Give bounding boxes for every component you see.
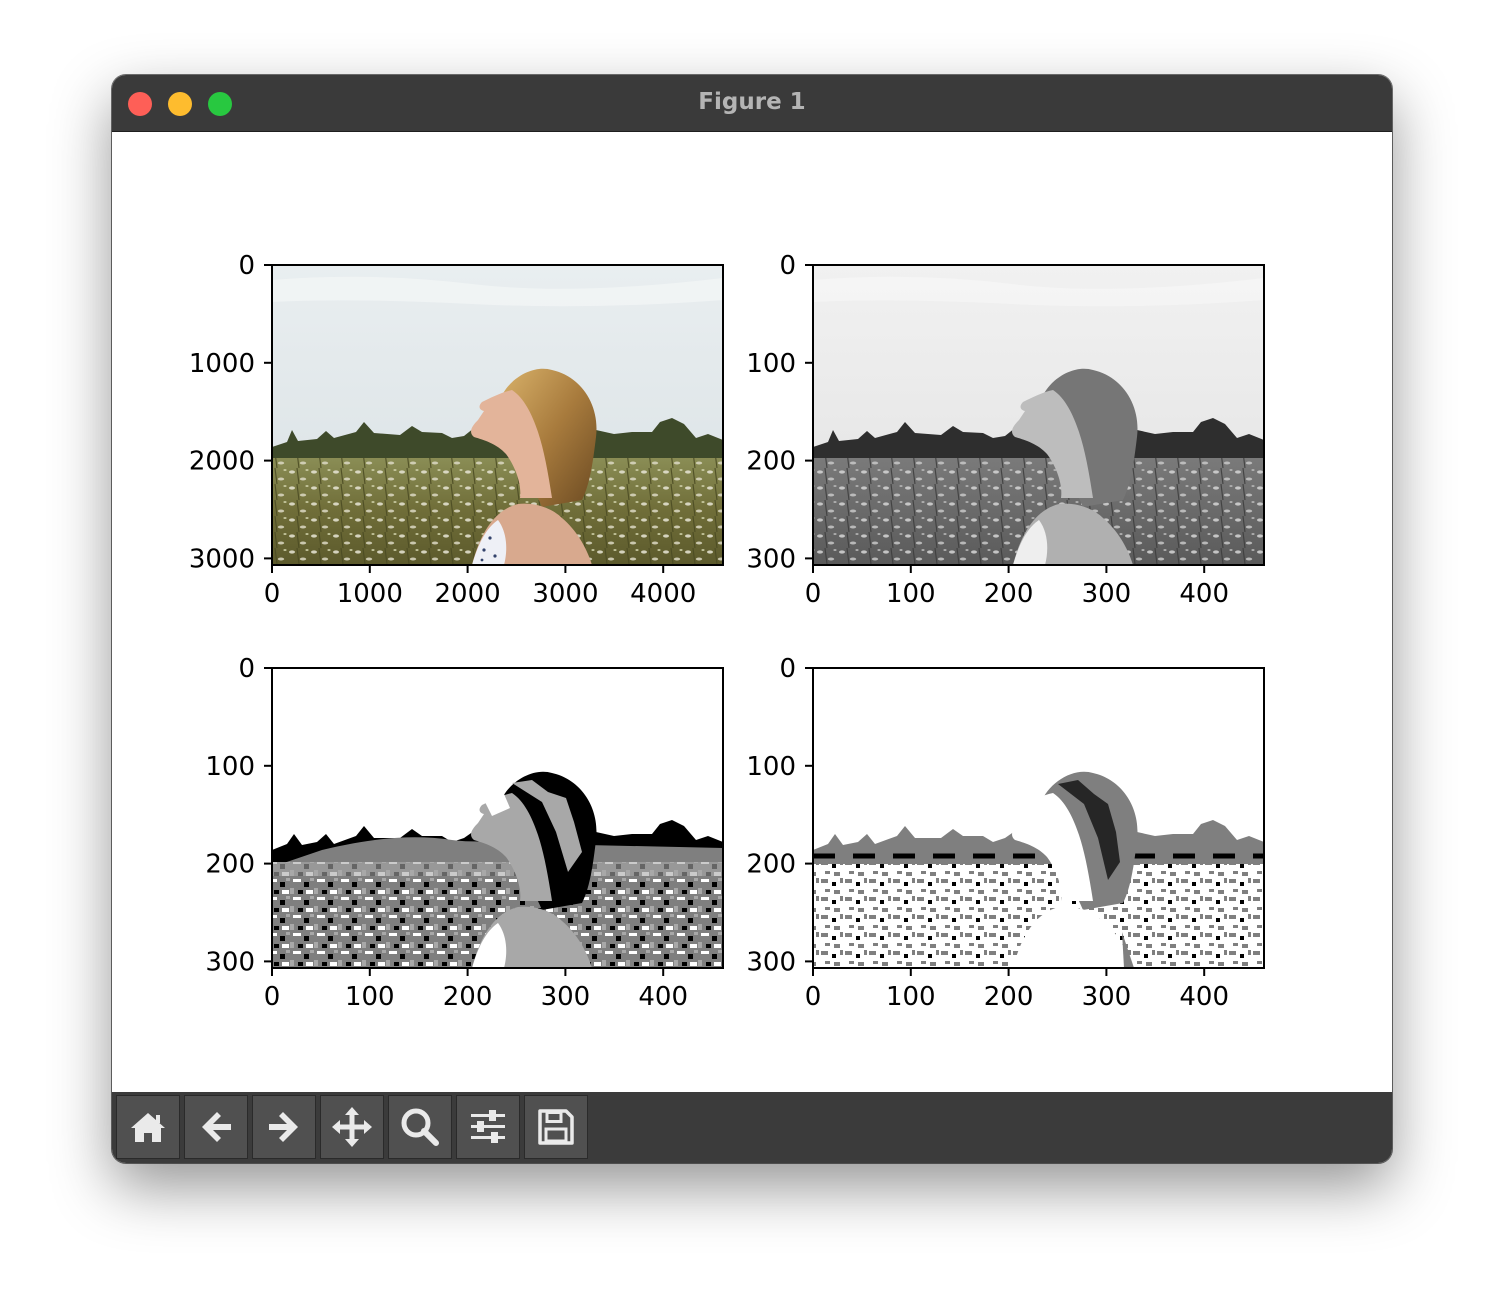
x-tick-label: 0 xyxy=(264,982,281,1012)
x-tick-label: 1000 xyxy=(337,579,403,609)
pan-button[interactable] xyxy=(320,1095,384,1159)
y-tick-label: 2000 xyxy=(189,447,255,477)
y-tick-label: 100 xyxy=(205,752,255,782)
x-tick-label: 100 xyxy=(886,982,936,1012)
y-tick-label: 300 xyxy=(746,544,796,574)
y-tick-label: 100 xyxy=(746,752,796,782)
figure-svg: 0 1000 2000 3000 400001000200030000 100 200 300… xyxy=(189,251,1265,1012)
arrow-right-icon xyxy=(269,1112,298,1142)
x-tick-label: 200 xyxy=(984,982,1034,1012)
x-tick-label: 4000 xyxy=(630,579,696,609)
y-tick-label: 200 xyxy=(746,850,796,880)
window-title: Figure 1 xyxy=(698,89,806,115)
x-tick-label: 200 xyxy=(443,982,493,1012)
x-tick-label: 0 xyxy=(805,579,822,609)
y-tick-label: 100 xyxy=(746,349,796,379)
x-tick-label: 0 xyxy=(264,579,281,609)
x-tick-label: 2000 xyxy=(435,579,501,609)
x-tick-label: 300 xyxy=(1082,579,1132,609)
figure-canvas[interactable]: 0 1000 2000 3000 4000 0 1000 2000 3000 0 100 200 300… xyxy=(112,132,1392,1092)
subplot-grayscale xyxy=(813,265,1264,565)
configure-subplots-button[interactable] xyxy=(456,1095,520,1159)
x-tick-label: 100 xyxy=(345,982,395,1012)
x-tick-label: 3000 xyxy=(532,579,598,609)
y-tick-label: 300 xyxy=(746,947,796,977)
arrow-left-icon xyxy=(202,1112,231,1142)
y-tick-label: 0 xyxy=(238,251,255,281)
x-tick-label: 400 xyxy=(1179,579,1229,609)
x-tick-label: 400 xyxy=(1179,982,1229,1012)
x-tick-label: 300 xyxy=(541,982,591,1012)
y-tick-label: 300 xyxy=(205,947,255,977)
x-tick-label: 400 xyxy=(638,982,688,1012)
figure-window: Figure 1 0 1000 2000 3000 4000 0 1000 20… xyxy=(112,75,1392,1163)
y-tick-label: 0 xyxy=(779,251,796,281)
home-icon xyxy=(131,1113,165,1142)
subplot-quantized-4 xyxy=(272,668,723,968)
x-tick-label: 300 xyxy=(1082,982,1132,1012)
y-tick-label: 200 xyxy=(746,447,796,477)
home-button[interactable] xyxy=(116,1095,180,1159)
x-tick-label: 0 xyxy=(805,982,822,1012)
title-bar[interactable]: Figure 1 xyxy=(112,75,1392,132)
back-button[interactable] xyxy=(184,1095,248,1159)
y-tick-label: 1000 xyxy=(189,349,255,379)
move-icon xyxy=(332,1107,372,1147)
save-button[interactable] xyxy=(524,1095,588,1159)
subplot-quantized-3 xyxy=(813,668,1264,968)
y-tick-label: 0 xyxy=(238,654,255,684)
nav-toolbar xyxy=(112,1092,1392,1163)
magnifier-icon xyxy=(401,1108,439,1146)
y-tick-label: 200 xyxy=(205,850,255,880)
x-tick-label: 100 xyxy=(886,579,936,609)
zoom-button[interactable] xyxy=(388,1095,452,1159)
y-tick-label: 0 xyxy=(779,654,796,684)
forward-button[interactable] xyxy=(252,1095,316,1159)
y-tick-label: 3000 xyxy=(189,544,255,574)
x-tick-label: 200 xyxy=(984,579,1034,609)
sliders-icon xyxy=(471,1110,505,1143)
subplot-original-color xyxy=(272,265,723,565)
floppy-disk-icon xyxy=(538,1109,574,1145)
